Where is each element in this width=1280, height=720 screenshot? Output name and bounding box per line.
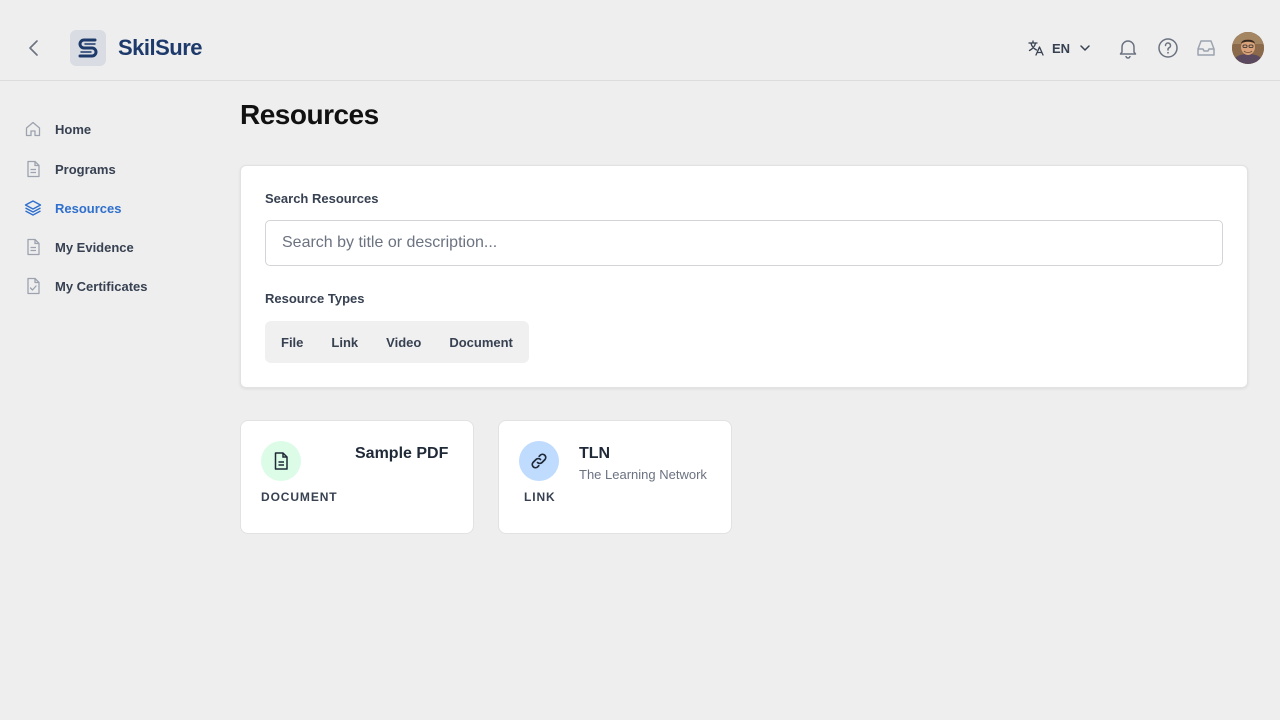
home-icon bbox=[24, 120, 42, 138]
avatar-image bbox=[1232, 32, 1264, 64]
user-avatar[interactable] bbox=[1232, 32, 1264, 64]
document-check-icon bbox=[24, 277, 42, 295]
sidebar-item-resources[interactable]: Resources bbox=[24, 194, 194, 222]
search-label: Search Resources bbox=[265, 191, 379, 206]
sidebar-item-my-evidence[interactable]: My Evidence bbox=[24, 233, 194, 261]
resource-icon-badge bbox=[519, 441, 559, 481]
inbox-button[interactable] bbox=[1194, 36, 1218, 60]
type-document-button[interactable]: Document bbox=[435, 321, 527, 363]
sidebar-item-label: My Evidence bbox=[55, 239, 134, 255]
resource-description: The Learning Network bbox=[579, 467, 707, 482]
page-title: Resources bbox=[240, 99, 379, 130]
inbox-icon bbox=[1197, 40, 1215, 56]
sidebar-item-label: Home bbox=[55, 121, 92, 137]
top-bar: SkilSure EN bbox=[0, 0, 1280, 81]
resource-title: TLN bbox=[579, 445, 611, 462]
brand-logo[interactable] bbox=[70, 30, 106, 66]
resource-title: Sample PDF bbox=[355, 445, 449, 462]
document-icon bbox=[24, 160, 42, 178]
type-link-button[interactable]: Link bbox=[317, 321, 372, 363]
filter-panel: Search Resources Resource Types File Lin… bbox=[240, 165, 1248, 388]
sidebar-item-label: My Certificates bbox=[55, 278, 148, 294]
help-circle-icon bbox=[1158, 38, 1178, 58]
type-video-button[interactable]: Video bbox=[372, 321, 435, 363]
translate-icon bbox=[1028, 40, 1044, 56]
brand-name: SkilSure bbox=[118, 35, 203, 60]
back-button[interactable] bbox=[22, 36, 46, 60]
chevron-down-icon bbox=[1080, 45, 1090, 51]
language-selector[interactable]: EN bbox=[1027, 37, 1092, 59]
resource-type: DOCUMENT bbox=[261, 490, 338, 504]
document-icon bbox=[24, 238, 42, 256]
link-icon bbox=[531, 453, 547, 469]
resource-card[interactable]: TLN The Learning Network LINK bbox=[498, 420, 732, 534]
resource-type: LINK bbox=[524, 490, 556, 504]
help-button[interactable] bbox=[1156, 36, 1180, 60]
type-file-button[interactable]: File bbox=[267, 321, 317, 363]
resource-icon-badge bbox=[261, 441, 301, 481]
layers-icon bbox=[24, 199, 42, 217]
search-input[interactable] bbox=[265, 220, 1223, 266]
document-icon bbox=[274, 452, 288, 470]
chevron-left-icon bbox=[29, 40, 38, 56]
notifications-button[interactable] bbox=[1116, 36, 1140, 60]
logo-icon bbox=[78, 38, 98, 58]
sidebar-item-my-certificates[interactable]: My Certificates bbox=[24, 272, 194, 300]
resource-types-label: Resource Types bbox=[265, 291, 365, 306]
sidebar-item-label: Programs bbox=[55, 161, 116, 177]
bell-icon bbox=[1119, 40, 1137, 59]
resource-type-filter: File Link Video Document bbox=[265, 321, 529, 363]
sidebar-item-home[interactable]: Home bbox=[24, 115, 194, 143]
sidebar-item-programs[interactable]: Programs bbox=[24, 155, 194, 183]
language-code: EN bbox=[1052, 40, 1071, 56]
resource-card[interactable]: Sample PDF DOCUMENT bbox=[240, 420, 474, 534]
sidebar-item-label: Resources bbox=[55, 200, 122, 216]
